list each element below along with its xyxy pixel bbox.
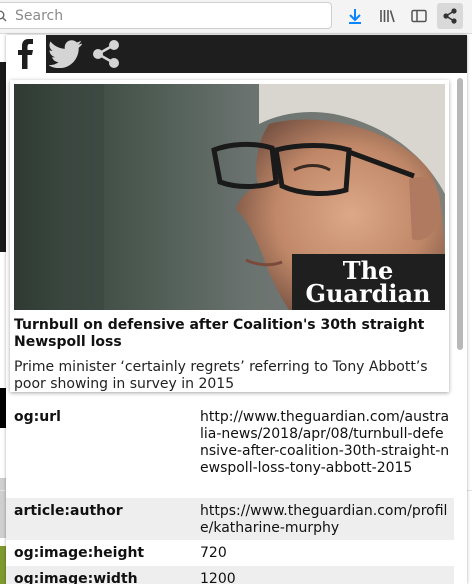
sidebar-icon: [411, 9, 427, 23]
facebook-icon: [18, 39, 33, 69]
preview-description: Prime minister ‘certainly regrets’ refer…: [14, 359, 428, 392]
tab-share[interactable]: [86, 35, 126, 73]
share-popup: The Guardian Turnbull on defensive after…: [6, 35, 467, 584]
guardian-logo-guardian: Guardian: [305, 279, 430, 308]
browser-toolbar: [0, 0, 472, 34]
share-preview-area[interactable]: The Guardian Turnbull on defensive after…: [6, 73, 467, 584]
meta-key: article:author: [14, 503, 123, 519]
library-icon: [380, 10, 395, 23]
share-icon: [93, 40, 119, 68]
meta-row-image-width: og:image:width 1200: [6, 566, 454, 584]
search-box[interactable]: [0, 2, 332, 29]
meta-row-og-url: og:url http://www.theguardian.com/austra…: [6, 404, 454, 498]
share-icon: [443, 8, 457, 24]
meta-row-article-author: article:author https://www.theguardian.c…: [6, 498, 454, 540]
scrollbar-thumb[interactable]: [457, 78, 463, 350]
twitter-icon: [49, 40, 82, 68]
sidebar-button[interactable]: [406, 3, 432, 29]
article-image: The Guardian: [14, 84, 445, 310]
preview-title: Turnbull on defensive after Coalition's …: [14, 317, 425, 350]
share-button[interactable]: [437, 3, 463, 29]
meta-key: og:image:height: [14, 545, 145, 561]
library-button[interactable]: [374, 3, 400, 29]
meta-value: https://www.theguardian.com/profile/kath…: [200, 503, 448, 536]
meta-key: og:image:width: [14, 571, 138, 584]
meta-row-image-height: og:image:height 720: [6, 540, 454, 566]
search-input[interactable]: [15, 6, 315, 26]
meta-value: 720: [200, 545, 227, 561]
search-icon: [0, 10, 7, 22]
link-preview-card[interactable]: The Guardian Turnbull on defensive after…: [10, 80, 449, 392]
tab-facebook[interactable]: [6, 35, 46, 73]
meta-key: og:url: [14, 409, 61, 425]
tab-twitter[interactable]: [46, 35, 86, 73]
download-button[interactable]: [342, 3, 368, 29]
meta-value: http://www.theguardian.com/australia-new…: [200, 409, 450, 476]
meta-value: 1200: [200, 571, 236, 584]
download-icon: [349, 9, 361, 24]
share-service-bar: [6, 35, 467, 73]
